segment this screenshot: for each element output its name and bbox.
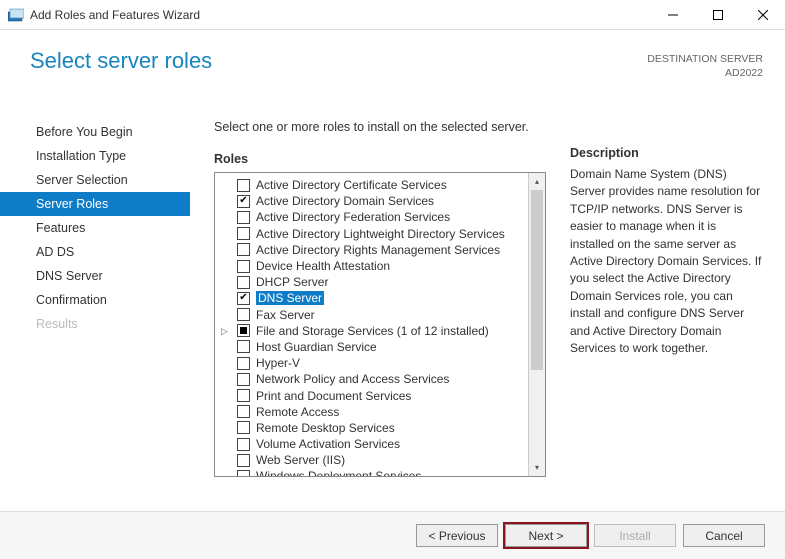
destination-label: DESTINATION SERVER [647, 52, 763, 66]
role-row[interactable]: Remote Desktop Services [215, 420, 527, 436]
description-text: Domain Name System (DNS) Server provides… [570, 166, 763, 357]
role-label: Active Directory Federation Services [256, 210, 450, 224]
destination-server-block: DESTINATION SERVER AD2022 [647, 52, 763, 80]
role-label: Active Directory Rights Management Servi… [256, 243, 500, 257]
role-row[interactable]: Active Directory Rights Management Servi… [215, 242, 527, 258]
role-checkbox[interactable] [237, 324, 250, 337]
scroll-thumb[interactable] [531, 190, 543, 370]
role-label: Active Directory Certificate Services [256, 178, 447, 192]
close-button[interactable] [740, 0, 785, 29]
role-row[interactable]: Fax Server [215, 307, 527, 323]
sidebar-step-server-selection[interactable]: Server Selection [0, 168, 190, 192]
maximize-button[interactable] [695, 0, 740, 29]
scroll-up-button[interactable]: ▴ [529, 173, 545, 190]
role-label: Hyper-V [256, 356, 300, 370]
minimize-button[interactable] [650, 0, 695, 29]
role-row[interactable]: Active Directory Certificate Services [215, 177, 527, 193]
role-checkbox[interactable] [237, 438, 250, 451]
role-checkbox[interactable] [237, 454, 250, 467]
role-label: Device Health Attestation [256, 259, 390, 273]
previous-button[interactable]: < Previous [416, 524, 498, 547]
role-row[interactable]: DHCP Server [215, 274, 527, 290]
destination-value: AD2022 [647, 66, 763, 80]
sidebar-step-confirmation[interactable]: Confirmation [0, 288, 190, 312]
sidebar-step-before-you-begin[interactable]: Before You Begin [0, 120, 190, 144]
roles-list: Active Directory Certificate Services Act… [215, 173, 527, 476]
role-checkbox[interactable] [237, 292, 250, 305]
sidebar-step-features[interactable]: Features [0, 216, 190, 240]
sidebar-step-dns-server[interactable]: DNS Server [0, 264, 190, 288]
sidebar-step-installation-type[interactable]: Installation Type [0, 144, 190, 168]
role-row[interactable]: Active Directory Federation Services [215, 209, 527, 225]
role-label: Print and Document Services [256, 389, 411, 403]
title-bar: Add Roles and Features Wizard [0, 0, 785, 30]
footer-bar: < Previous Next > Install Cancel [0, 511, 785, 559]
role-row[interactable]: DNS Server [215, 290, 527, 306]
role-checkbox[interactable] [237, 179, 250, 192]
window-title: Add Roles and Features Wizard [30, 8, 650, 22]
role-checkbox[interactable] [237, 243, 250, 256]
role-row[interactable]: Windows Deployment Services [215, 468, 527, 476]
next-button[interactable]: Next > [505, 524, 587, 547]
role-label: Fax Server [256, 308, 315, 322]
role-checkbox[interactable] [237, 357, 250, 370]
role-row[interactable]: Remote Access [215, 404, 527, 420]
wizard-steps-sidebar: Before You BeginInstallation TypeServer … [0, 120, 190, 490]
role-row[interactable]: Print and Document Services [215, 387, 527, 403]
role-checkbox[interactable] [237, 389, 250, 402]
role-checkbox[interactable] [237, 373, 250, 386]
role-row[interactable]: Host Guardian Service [215, 339, 527, 355]
cancel-button[interactable]: Cancel [683, 524, 765, 547]
role-checkbox[interactable] [237, 308, 250, 321]
header: Select server roles DESTINATION SERVER A… [0, 30, 785, 120]
description-heading: Description [570, 146, 763, 160]
role-checkbox[interactable] [237, 276, 250, 289]
role-label: Windows Deployment Services [256, 469, 421, 476]
role-row[interactable]: ▷ File and Storage Services (1 of 12 inst… [215, 323, 527, 339]
scroll-down-button[interactable]: ▾ [529, 459, 545, 476]
role-row[interactable]: Active Directory Domain Services [215, 193, 527, 209]
roles-heading: Roles [214, 152, 546, 166]
role-label: Remote Desktop Services [256, 421, 395, 435]
role-label: Active Directory Lightweight Directory S… [256, 227, 505, 241]
role-checkbox[interactable] [237, 260, 250, 273]
role-checkbox[interactable] [237, 421, 250, 434]
instruction-text: Select one or more roles to install on t… [214, 120, 546, 134]
role-checkbox[interactable] [237, 340, 250, 353]
role-label: Network Policy and Access Services [256, 372, 449, 386]
sidebar-step-results: Results [0, 312, 190, 336]
role-row[interactable]: Active Directory Lightweight Directory S… [215, 226, 527, 242]
role-checkbox[interactable] [237, 195, 250, 208]
role-row[interactable]: Web Server (IIS) [215, 452, 527, 468]
role-checkbox[interactable] [237, 405, 250, 418]
role-row[interactable]: Device Health Attestation [215, 258, 527, 274]
roles-list-box: Active Directory Certificate Services Act… [214, 172, 546, 477]
role-row[interactable]: Network Policy and Access Services [215, 371, 527, 387]
install-button: Install [594, 524, 676, 547]
role-row[interactable]: Hyper-V [215, 355, 527, 371]
app-icon [8, 8, 24, 22]
role-label: Web Server (IIS) [256, 453, 345, 467]
role-label: Active Directory Domain Services [256, 194, 434, 208]
role-label: DNS Server [256, 291, 324, 305]
expand-icon[interactable]: ▷ [221, 326, 228, 337]
role-label: Host Guardian Service [256, 340, 377, 354]
role-label: Remote Access [256, 405, 339, 419]
role-checkbox[interactable] [237, 470, 250, 476]
sidebar-step-server-roles[interactable]: Server Roles [0, 192, 190, 216]
role-checkbox[interactable] [237, 211, 250, 224]
role-label: DHCP Server [256, 275, 328, 289]
scroll-track[interactable] [529, 190, 545, 459]
sidebar-step-ad-ds[interactable]: AD DS [0, 240, 190, 264]
role-label: File and Storage Services (1 of 12 insta… [256, 324, 489, 338]
role-checkbox[interactable] [237, 227, 250, 240]
roles-scrollbar[interactable]: ▴ ▾ [528, 173, 545, 476]
role-label: Volume Activation Services [256, 437, 400, 451]
role-row[interactable]: Volume Activation Services [215, 436, 527, 452]
